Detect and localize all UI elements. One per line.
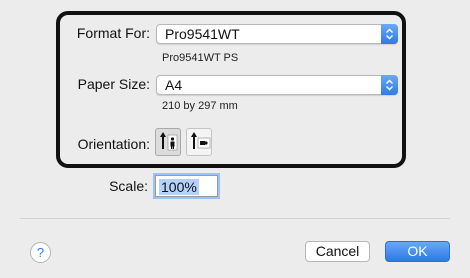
format-for-value: Pro9541WT: [165, 26, 240, 42]
chevron-updown-icon: [381, 24, 398, 44]
paper-size-select[interactable]: A4: [156, 75, 398, 95]
page-setup-dialog: Format For: Pro9541WT Pro9541WT PS Paper…: [0, 0, 470, 278]
scale-label: Scale:: [109, 178, 148, 194]
portrait-orientation-icon: [160, 132, 178, 151]
paper-size-value: A4: [165, 77, 183, 93]
divider: [20, 218, 450, 219]
chevron-updown-icon: [381, 75, 398, 95]
cancel-button[interactable]: Cancel: [305, 241, 370, 262]
landscape-orientation-icon: [191, 132, 211, 149]
help-button[interactable]: ?: [30, 242, 51, 263]
orientation-label: Orientation:: [77, 136, 150, 152]
orientation-portrait-button[interactable]: [155, 128, 181, 156]
scale-value: 100%: [159, 179, 199, 195]
scale-input[interactable]: 100%: [155, 175, 218, 197]
ok-button[interactable]: OK: [385, 241, 450, 262]
paper-size-subtext: 210 by 297 mm: [162, 100, 238, 112]
format-for-label: Format For:: [76, 25, 150, 41]
format-for-select[interactable]: Pro9541WT: [156, 24, 398, 44]
paper-size-label: Paper Size:: [77, 76, 150, 92]
format-for-subtext: Pro9541WT PS: [162, 52, 239, 64]
orientation-landscape-button[interactable]: [186, 128, 212, 156]
